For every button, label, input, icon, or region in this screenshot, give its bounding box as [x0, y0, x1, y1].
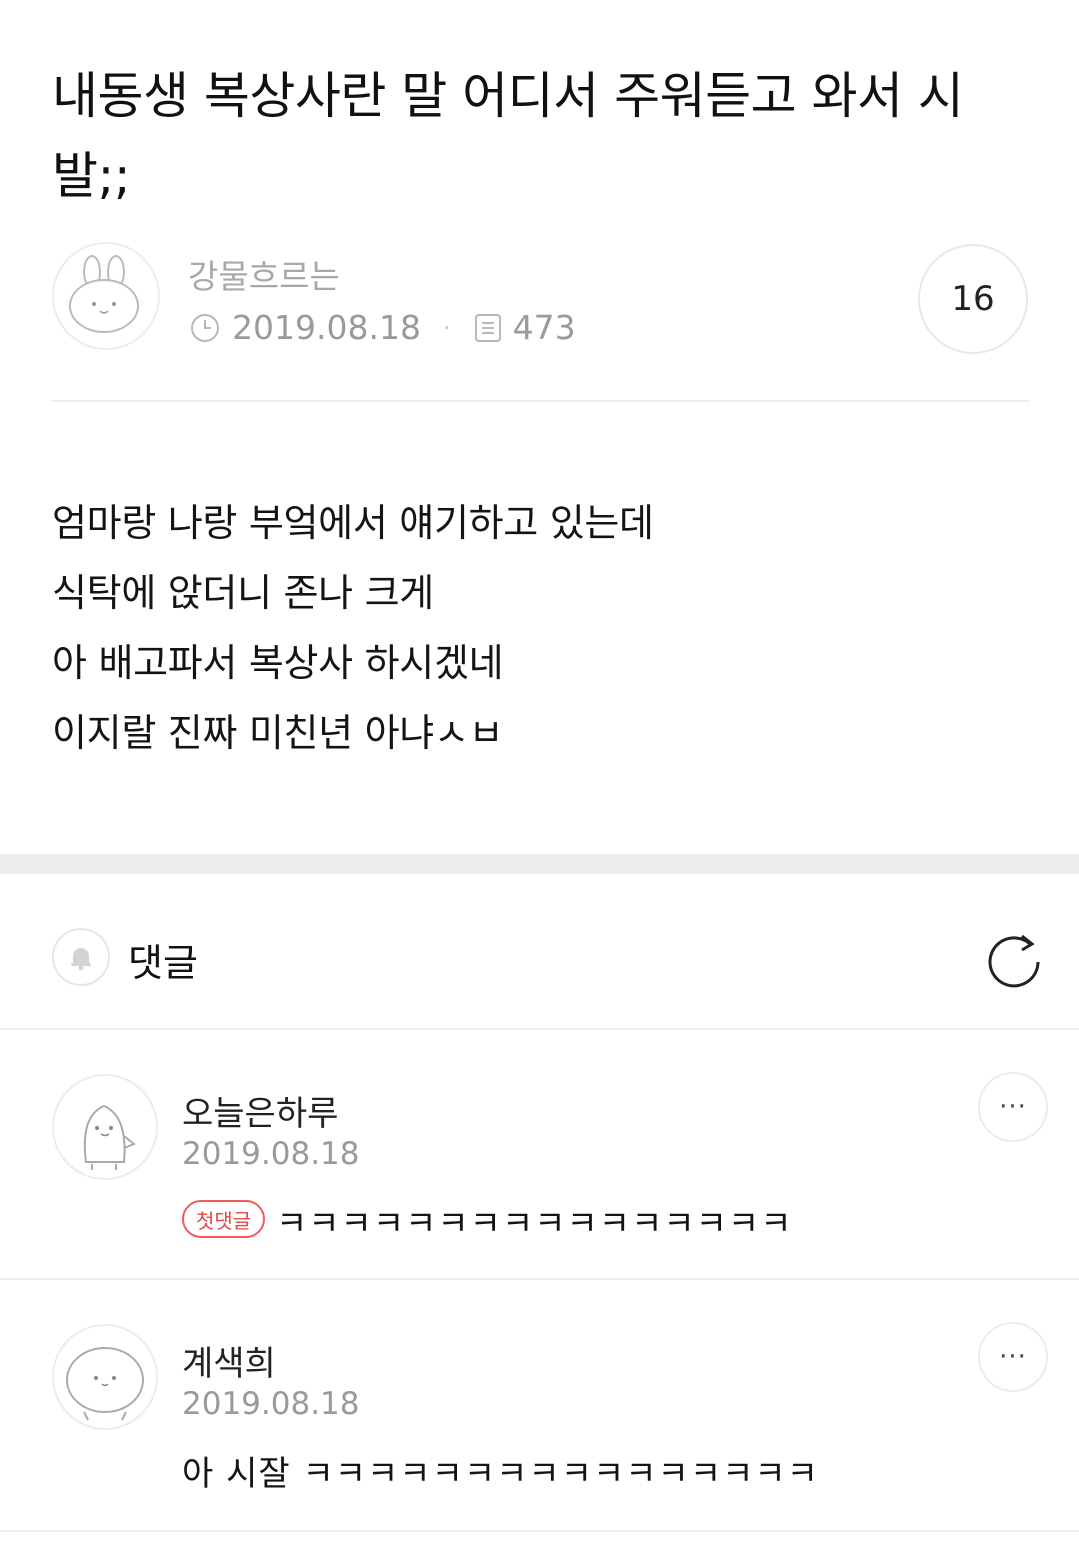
body-line: 이지랄 진짜 미친년 아냐ㅅㅂ — [52, 711, 504, 755]
section-separator — [0, 854, 1079, 874]
body-line: 식탁에 앉더니 존나 크게 — [52, 571, 434, 615]
refresh-button[interactable] — [982, 926, 1046, 990]
comments-label: 댓글 — [128, 941, 198, 985]
comment-author[interactable]: 오늘은하루 — [182, 1086, 338, 1135]
more-options-button[interactable]: ··· — [978, 1072, 1048, 1142]
author-name[interactable]: 강물흐르는 — [188, 250, 340, 298]
comment-text: ㅋㅋㅋㅋㅋㅋㅋㅋㅋㅋㅋㅋㅋㅋㅋㅋ — [276, 1204, 793, 1244]
post-date: 2019.08.18 — [232, 308, 421, 347]
header-divider — [52, 400, 1029, 402]
comment-divider — [0, 1530, 1079, 1532]
blob-character-icon — [66, 1347, 144, 1421]
notification-toggle[interactable] — [52, 928, 110, 986]
author-avatar[interactable] — [52, 242, 160, 350]
comment-text: 아 시잘 ㅋㅋㅋㅋㅋㅋㅋㅋㅋㅋㅋㅋㅋㅋㅋㅋ — [182, 1454, 819, 1494]
comment-count-button[interactable]: 16 — [918, 244, 1028, 354]
bell-icon — [71, 948, 91, 971]
comment-avatar[interactable] — [52, 1074, 158, 1180]
comment-author[interactable]: 계색희 — [182, 1336, 276, 1385]
body-line: 아 배고파서 복상사 하시겠네 — [52, 641, 504, 685]
post-body: 엄마랑 나랑 부엌에서 얘기하고 있는데 식탁에 앉더니 존나 크게 아 배고파… — [52, 488, 654, 768]
body-line: 엄마랑 나랑 부엌에서 얘기하고 있는데 — [52, 501, 654, 545]
meta-separator: · — [442, 313, 451, 342]
penguin-icon — [83, 1104, 136, 1170]
comments-header-divider — [0, 1028, 1079, 1030]
first-comment-badge: 첫댓글 — [182, 1200, 266, 1238]
document-icon — [473, 311, 503, 345]
post-views: 473 — [512, 308, 576, 347]
post-title: 내동생 복상사란 말 어디서 주워듣고 와서 시발;; — [52, 67, 964, 205]
comment-divider — [0, 1278, 1079, 1280]
comment-date: 2019.08.18 — [182, 1386, 360, 1422]
refresh-icon — [988, 934, 1040, 988]
comment-date: 2019.08.18 — [182, 1136, 360, 1172]
comment-avatar[interactable] — [52, 1324, 158, 1430]
post-meta: 2019.08.18 · 473 — [188, 308, 576, 347]
more-options-button[interactable]: ··· — [978, 1322, 1048, 1392]
rabbit-icon — [69, 255, 139, 333]
clock-icon — [188, 311, 222, 345]
